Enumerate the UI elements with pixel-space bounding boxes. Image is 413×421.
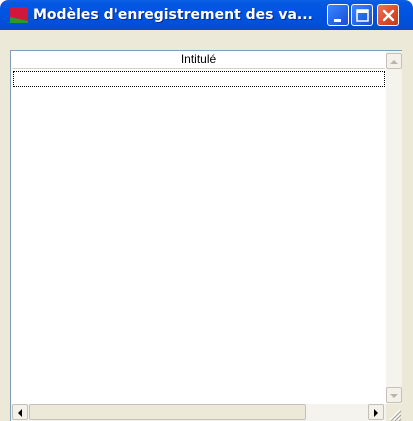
scroll-up-button[interactable] [386,53,402,69]
close-button[interactable] [377,4,399,26]
close-icon [382,9,395,22]
horizontal-scrollbar[interactable] [11,404,386,421]
minimize-button[interactable] [327,4,349,26]
list-view[interactable]: Intitulé [10,50,402,421]
scroll-right-button[interactable] [368,404,384,420]
column-header-intitule[interactable]: Intitulé [12,51,385,69]
maximize-icon [356,9,369,22]
app-icon [10,7,28,23]
scroll-left-button[interactable] [12,404,28,420]
resize-grip[interactable] [386,404,402,421]
arrow-up-icon [390,60,398,64]
window-title: Modèles d'enregistrement des va... [33,7,313,23]
arrow-left-icon [18,409,22,417]
arrow-right-icon [374,409,378,417]
column-header-label: Intitulé [180,52,217,66]
minimize-icon [334,19,341,22]
window-client-area: Intitulé [4,30,409,421]
maximize-button[interactable] [351,4,373,26]
title-bar[interactable]: Modèles d'enregistrement des va... [0,0,413,30]
vertical-scrollbar[interactable] [386,51,402,404]
scroll-down-button[interactable] [386,387,402,403]
window: Modèles d'enregistrement des va... Intit… [0,0,413,421]
arrow-down-icon [390,394,398,398]
resize-grip-icon [389,409,402,421]
focused-row[interactable] [13,71,385,87]
horizontal-scroll-thumb[interactable] [29,404,306,420]
